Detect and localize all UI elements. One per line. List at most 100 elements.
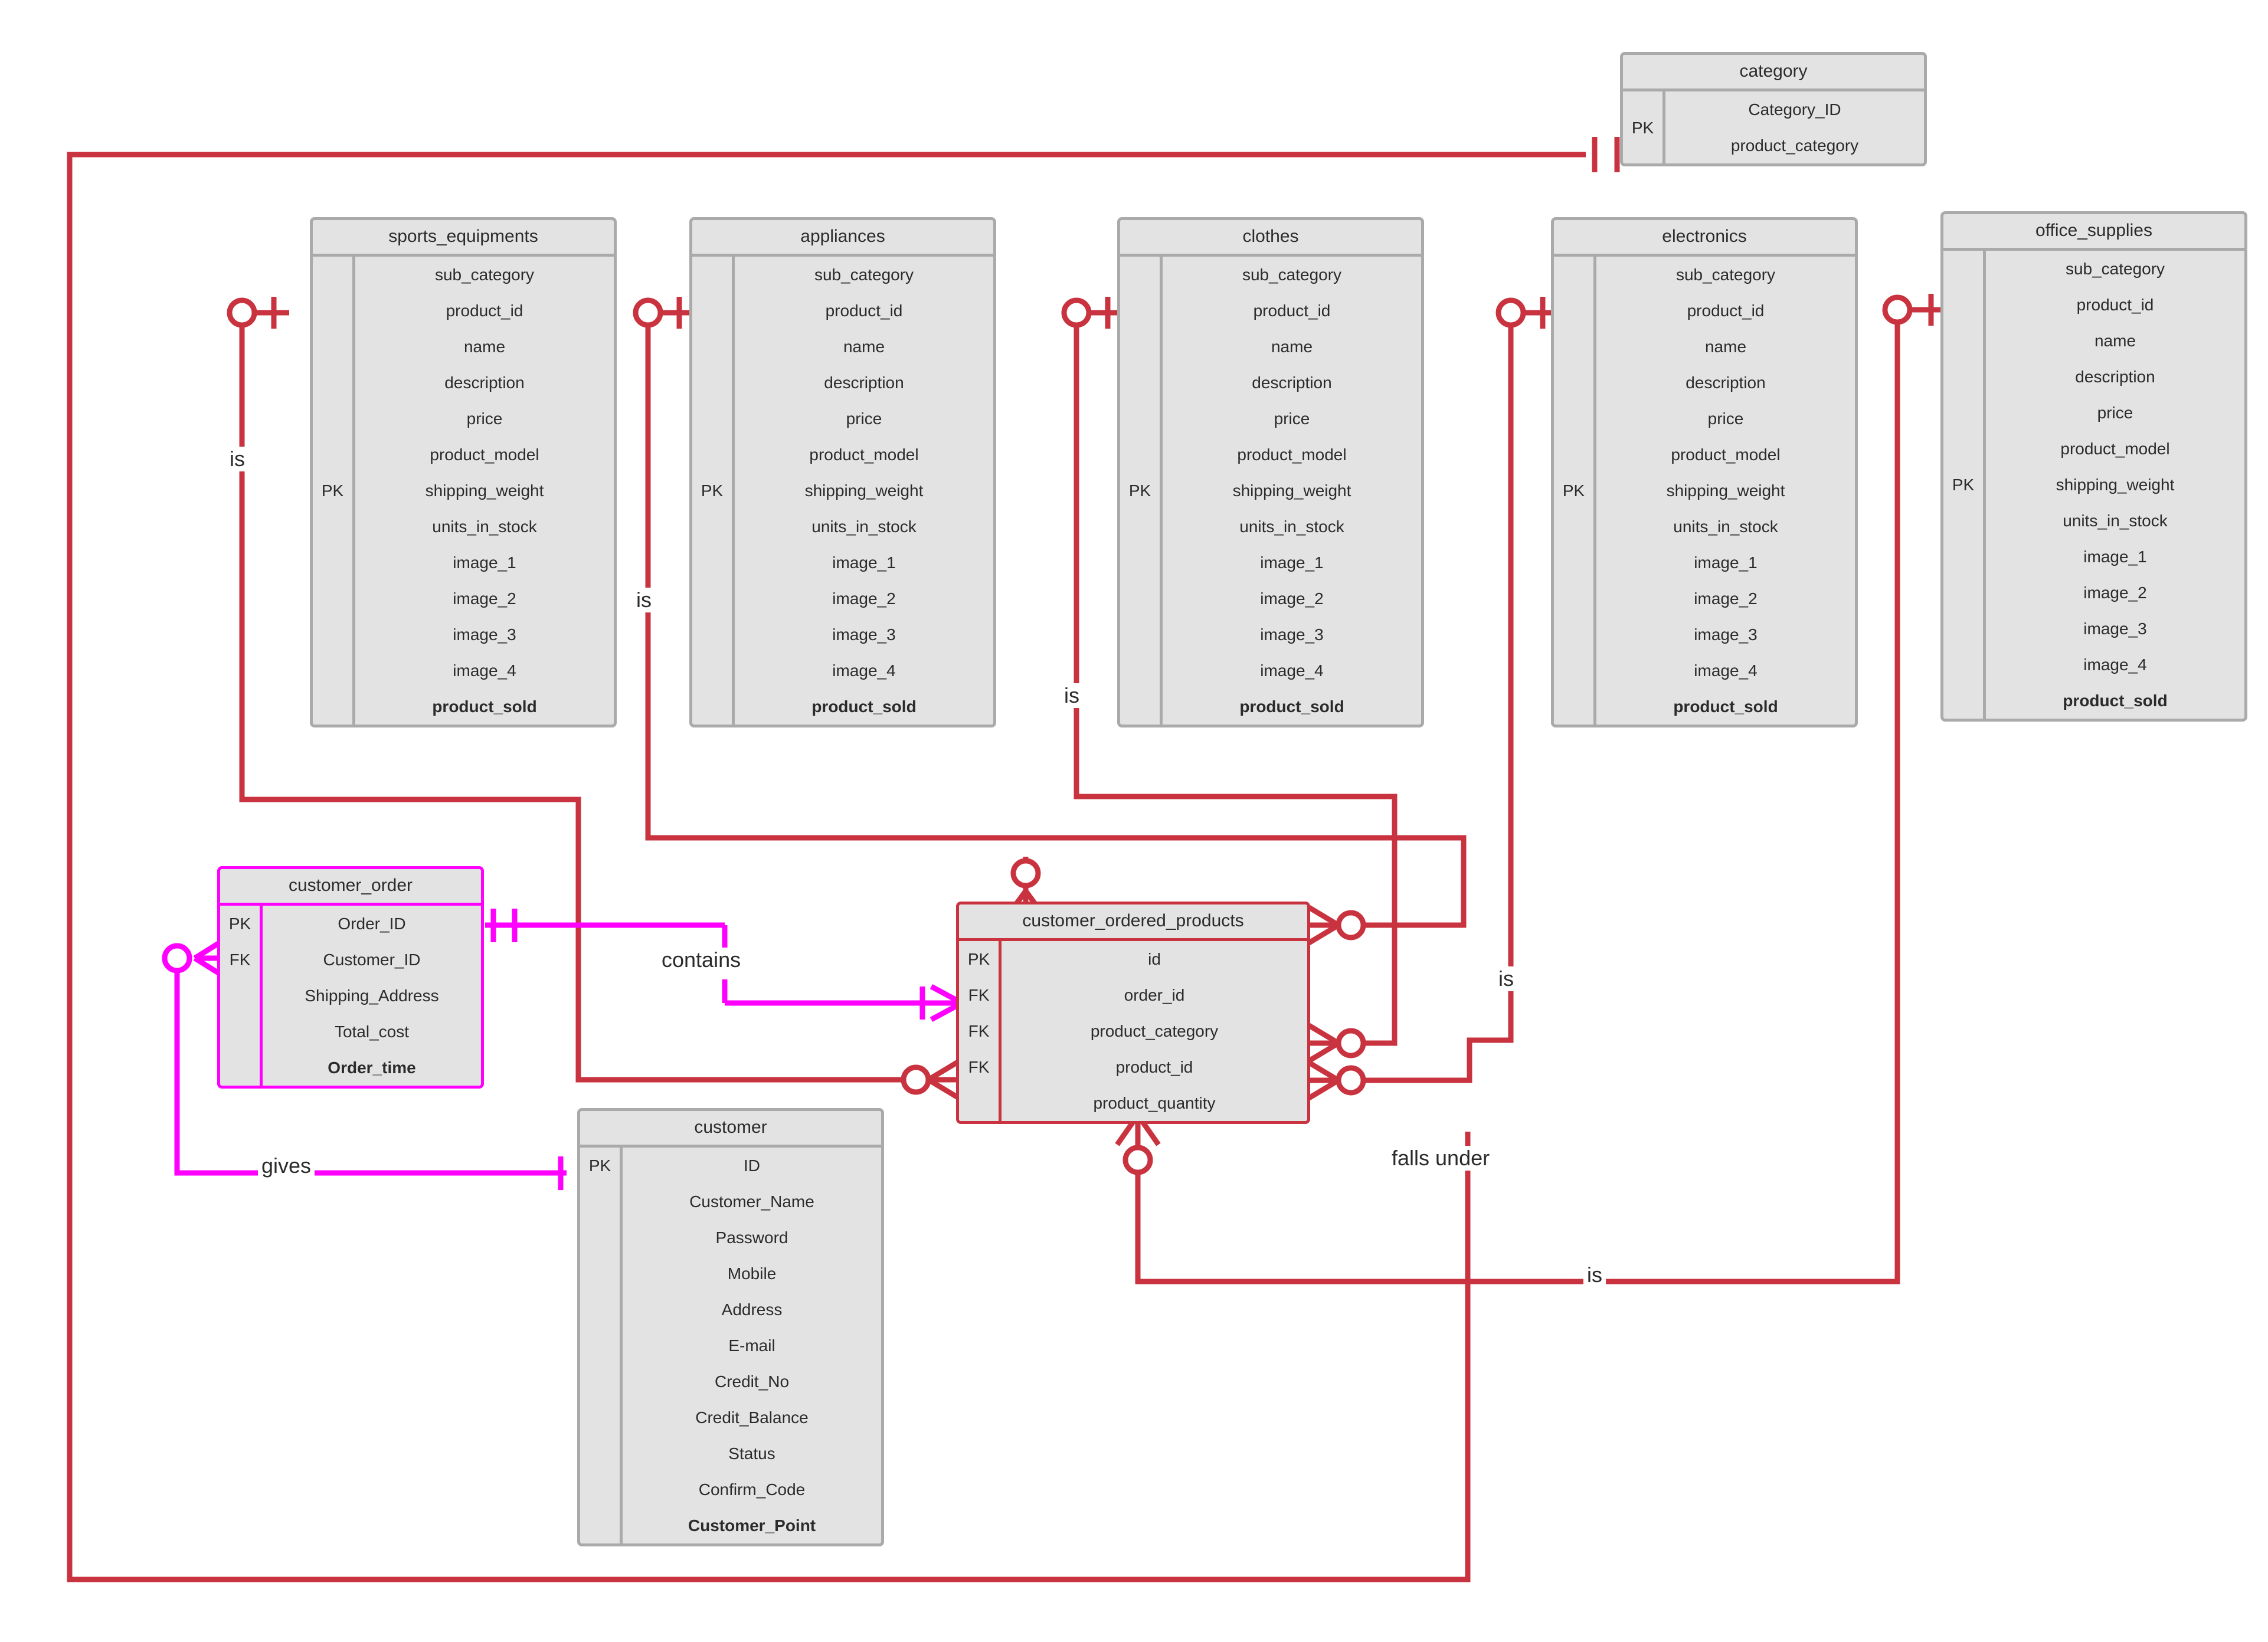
attribute-row: product_model [2060, 440, 2170, 458]
relationship-label-gives: gives [258, 1153, 315, 1178]
key-column-category: PK [1623, 91, 1665, 163]
attribute-row: description [444, 373, 525, 392]
attribute-row: shipping_weight [1666, 481, 1785, 500]
attribute-row: Total_cost [334, 1022, 410, 1041]
attribute-row: ID [744, 1156, 760, 1175]
key-pk: PK [1952, 476, 1975, 494]
entity-customer-ordered-products[interactable]: customer_ordered_products PK FK FK FK id… [956, 902, 1310, 1124]
attribute-row: sub_category [434, 266, 535, 284]
attribute-row: product_model [809, 445, 919, 464]
entity-clothes[interactable]: clothes PK sub_category product_id name … [1117, 217, 1424, 727]
attribute-row: image_3 [2083, 620, 2147, 638]
attribute-row: image_3 [1694, 625, 1758, 644]
attribute-row: description [2075, 368, 2155, 386]
attribute-row: image_4 [832, 661, 896, 680]
key-pk: PK [1631, 118, 1654, 137]
attribute-row: Status [728, 1444, 775, 1463]
attribute-row: description [1686, 373, 1766, 392]
entity-electronics[interactable]: electronics PK sub_category product_id n… [1551, 217, 1858, 727]
attribute-column-office-supplies: sub_category product_id name description… [1986, 251, 2244, 719]
relationship-label-falls-under: falls under [1388, 1146, 1494, 1171]
attribute-column-sports-equipments: sub_category product_id name description… [355, 257, 614, 725]
attribute-row: price [846, 409, 882, 428]
attribute-row: sub_category [1242, 266, 1342, 284]
key-column-clothes: PK [1120, 257, 1163, 725]
attribute-row: units_in_stock [1673, 517, 1778, 536]
entity-appliances[interactable]: appliances PK sub_category product_id na… [689, 217, 996, 727]
key-column-appliances: PK [692, 257, 735, 725]
attribute-row: Credit_No [714, 1372, 790, 1391]
attribute-row: product_sold [2063, 691, 2168, 710]
attribute-row: price [2097, 404, 2133, 422]
attribute-row: description [1252, 373, 1332, 392]
attribute-row: Mobile [727, 1264, 777, 1283]
attribute-row: units_in_stock [432, 517, 537, 536]
key-pk: PK [701, 481, 724, 500]
attribute-column-category: Category_ID product_category [1665, 91, 1924, 163]
attribute-row: sub_category [814, 266, 914, 284]
entity-customer[interactable]: customer PK ID Customer_Name Password Mo… [577, 1108, 884, 1546]
attribute-row: shipping_weight [2056, 476, 2175, 494]
attribute-row: product_model [430, 445, 539, 464]
attribute-column-customer-ordered-products: id order_id product_category product_id … [1002, 941, 1307, 1121]
relationship-label-is-sports: is [226, 447, 248, 471]
entity-sports-equipments[interactable]: sports_equipments PK sub_category produc… [310, 217, 617, 727]
attribute-row: price [466, 409, 503, 428]
er-diagram-canvas: .wR{stroke:#c9333f;stroke-width:9;fill:n… [0, 0, 2268, 1642]
relationship-label-is-appliances: is [633, 588, 655, 612]
attribute-row: Category_ID [1748, 100, 1841, 119]
attribute-row: units_in_stock [811, 517, 917, 536]
key-fk: FK [968, 1022, 990, 1040]
key-column-customer: PK [580, 1148, 623, 1543]
attribute-row: product_sold [1239, 697, 1344, 716]
attribute-row: Order_ID [338, 915, 406, 933]
key-pk: PK [228, 915, 251, 933]
entity-category[interactable]: category PK Category_ID product_category [1620, 52, 1927, 166]
key-fk: FK [229, 951, 251, 969]
attribute-row: Password [715, 1228, 788, 1247]
attribute-row: Order_time [328, 1058, 416, 1077]
attribute-row: product_id [2076, 296, 2154, 314]
attribute-row: product_id [1115, 1058, 1193, 1076]
attribute-row: product_sold [1673, 697, 1778, 716]
entity-title-customer-order: customer_order [220, 869, 481, 906]
attribute-row: image_4 [453, 661, 516, 680]
attribute-row: image_1 [832, 553, 896, 572]
attribute-row: Shipping_Address [305, 986, 439, 1005]
relationship-label-contains: contains [658, 948, 745, 972]
attribute-row: image_2 [832, 589, 896, 608]
attribute-column-electronics: sub_category product_id name description… [1596, 257, 1855, 725]
attribute-row: Address [721, 1300, 783, 1319]
key-column-electronics: PK [1554, 257, 1596, 725]
attribute-row: name [463, 337, 506, 356]
attribute-row: image_2 [453, 589, 516, 608]
attribute-row: image_4 [2083, 656, 2147, 674]
entity-customer-order[interactable]: customer_order PK FK Order_ID Customer_I… [217, 866, 484, 1089]
key-pk: PK [1562, 481, 1585, 500]
attribute-row: image_1 [2083, 548, 2147, 566]
attribute-row: Customer_Point [688, 1516, 816, 1535]
attribute-row: product_category [1090, 1022, 1219, 1040]
entity-title-customer: customer [580, 1111, 881, 1148]
attribute-column-customer: ID Customer_Name Password Mobile Address… [623, 1148, 881, 1543]
attribute-row: price [1274, 409, 1310, 428]
attribute-row: image_3 [453, 625, 516, 644]
attribute-row: image_2 [2083, 584, 2147, 602]
key-pk: PK [1128, 481, 1151, 500]
attribute-row: product_id [825, 301, 903, 320]
attribute-row: product_sold [432, 697, 537, 716]
key-fk: FK [968, 986, 990, 1004]
attribute-row: product_quantity [1093, 1094, 1216, 1112]
key-pk: PK [967, 950, 990, 968]
entity-title-category: category [1623, 55, 1924, 91]
attribute-column-customer-order: Order_ID Customer_ID Shipping_Address To… [263, 906, 481, 1086]
key-column-customer-ordered-products: PK FK FK FK [959, 941, 1002, 1121]
key-pk: PK [588, 1156, 611, 1175]
entity-office-supplies[interactable]: office_supplies PK sub_category product_… [1940, 211, 2247, 722]
attribute-row: product_id [1253, 301, 1331, 320]
entity-title-office-supplies: office_supplies [1943, 214, 2244, 251]
attribute-row: product_id [446, 301, 523, 320]
attribute-row: units_in_stock [2063, 512, 2168, 530]
attribute-row: id [1148, 950, 1161, 968]
entity-title-customer-ordered-products: customer_ordered_products [959, 904, 1307, 941]
